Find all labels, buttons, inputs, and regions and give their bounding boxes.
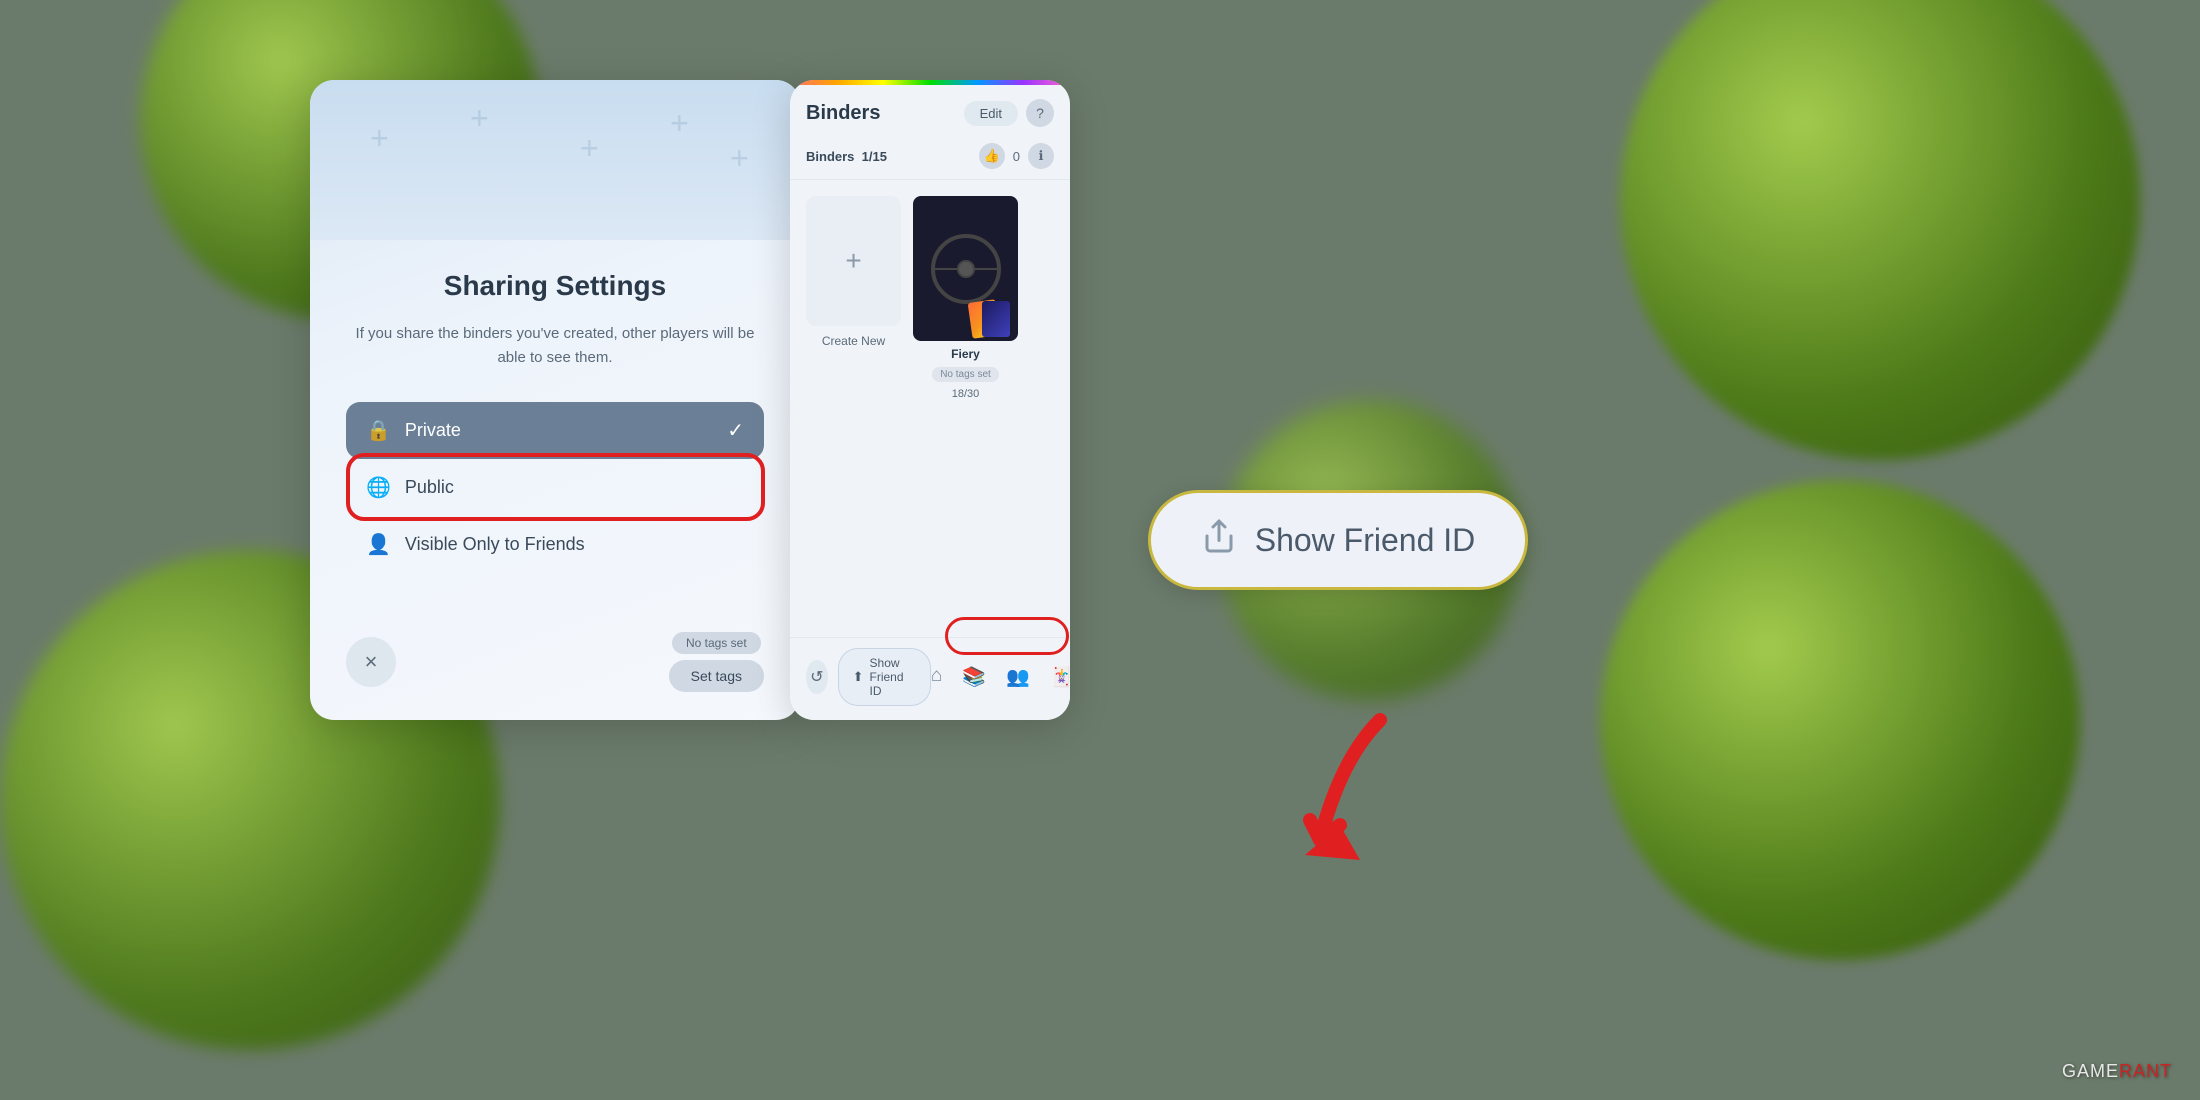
bottom-bar-left: ↺ ⬆ Show Friend ID — [806, 648, 931, 706]
binder-card-2 — [982, 301, 1010, 337]
panel-content: Sharing Settings If you share the binder… — [310, 240, 800, 616]
rotate-button[interactable]: ↺ — [806, 660, 828, 694]
profile-nav-icon[interactable]: 👥 — [1006, 665, 1030, 689]
plus-decoration: + — [730, 140, 749, 177]
plus-decoration: + — [370, 120, 389, 157]
option-friends[interactable]: 👤 Visible Only to Friends — [346, 516, 764, 573]
lock-icon: 🔒 — [366, 418, 391, 443]
create-new-binder[interactable]: + Create New — [806, 196, 901, 348]
binder-tags: No tags set — [932, 367, 999, 382]
globe-icon: 🌐 — [366, 475, 391, 500]
binder-fiery[interactable]: Fiery No tags set 18/30 — [913, 196, 1018, 400]
red-arrow — [1260, 700, 1420, 905]
share-icon-small: ⬆ — [853, 669, 864, 685]
option-private[interactable]: 🔒 Private ✓ — [346, 402, 764, 459]
no-tags-badge: No tags set — [672, 632, 761, 654]
person-icon: 👤 — [366, 532, 391, 557]
binders-subheader: Binders 1/15 👍 0 ℹ — [790, 137, 1070, 180]
option-public[interactable]: 🌐 Public — [346, 459, 764, 516]
gamerant-watermark: GAMERANT — [2062, 1061, 2172, 1082]
nav-tab-icons: ⌂ 📚 👥 🃏 ≡ — [931, 665, 1070, 689]
share-icon-large — [1201, 518, 1237, 562]
bg-sphere-4 — [1600, 480, 2080, 960]
show-friend-id-label-small: Show Friend ID — [870, 656, 916, 698]
bottom-row: × No tags set Set tags — [310, 616, 800, 720]
check-icon: ✓ — [727, 418, 744, 443]
show-friend-id-label-large: Show Friend ID — [1255, 522, 1476, 559]
binders-count-label: Binders 1/15 — [806, 149, 887, 164]
sharing-settings-description: If you share the binders you've created,… — [346, 322, 764, 370]
create-new-label: Create New — [822, 334, 885, 348]
binder-cards-preview — [970, 301, 1014, 337]
plus-decoration: + — [670, 105, 689, 142]
cards-nav-icon[interactable]: 🃏 — [1050, 665, 1070, 689]
binder-card-count: 18/30 — [952, 388, 980, 400]
binders-header: Binders Edit ? — [790, 85, 1070, 137]
plus-decoration: + — [470, 100, 489, 137]
help-button[interactable]: ? — [1026, 99, 1054, 127]
sharing-options-list: 🔒 Private ✓ 🌐 Public 👤 Visible Only to F… — [346, 402, 764, 573]
tag-area: No tags set Set tags — [669, 632, 764, 692]
gamerant-text: GAME — [2062, 1061, 2119, 1081]
sharing-settings-panel: + + + + + Sharing Settings If you share … — [310, 80, 800, 720]
binder-nav-icon[interactable]: 📚 — [962, 665, 986, 689]
bg-sphere-3 — [1620, 0, 2140, 460]
create-new-box[interactable]: + — [806, 196, 901, 326]
option-friends-label: Visible Only to Friends — [405, 534, 744, 555]
plus-decoration: + — [580, 130, 599, 167]
binder-name: Fiery — [951, 347, 980, 361]
panel-top-decoration: + + + + + — [310, 80, 800, 240]
set-tags-button[interactable]: Set tags — [669, 660, 764, 692]
gamerant-rant: RANT — [2119, 1061, 2172, 1081]
pokeball-center — [957, 260, 975, 278]
binders-actions: 👍 0 ℹ — [979, 143, 1054, 169]
info-icon[interactable]: ℹ — [1028, 143, 1054, 169]
show-friend-id-button-large[interactable]: Show Friend ID — [1148, 490, 1528, 590]
binders-grid: + Create New Fiery No tags set 18/30 — [790, 180, 1070, 637]
pokeball-icon — [931, 234, 1001, 304]
binders-title: Binders — [806, 102, 880, 125]
option-private-label: Private — [405, 420, 727, 441]
show-friend-id-button-small[interactable]: ⬆ Show Friend ID — [838, 648, 931, 706]
option-public-label: Public — [405, 477, 744, 498]
binder-cover — [913, 196, 1018, 341]
bottom-bar: ↺ ⬆ Show Friend ID ⌂ 📚 👥 🃏 ≡ — [790, 637, 1070, 720]
sharing-settings-title: Sharing Settings — [444, 270, 666, 302]
thumbs-up-icon[interactable]: 👍 — [979, 143, 1005, 169]
home-nav-icon[interactable]: ⌂ — [931, 665, 942, 689]
close-button[interactable]: × — [346, 637, 396, 687]
edit-button[interactable]: Edit — [964, 101, 1018, 126]
binders-panel: Binders Edit ? Binders 1/15 👍 0 ℹ + Crea… — [790, 80, 1070, 720]
